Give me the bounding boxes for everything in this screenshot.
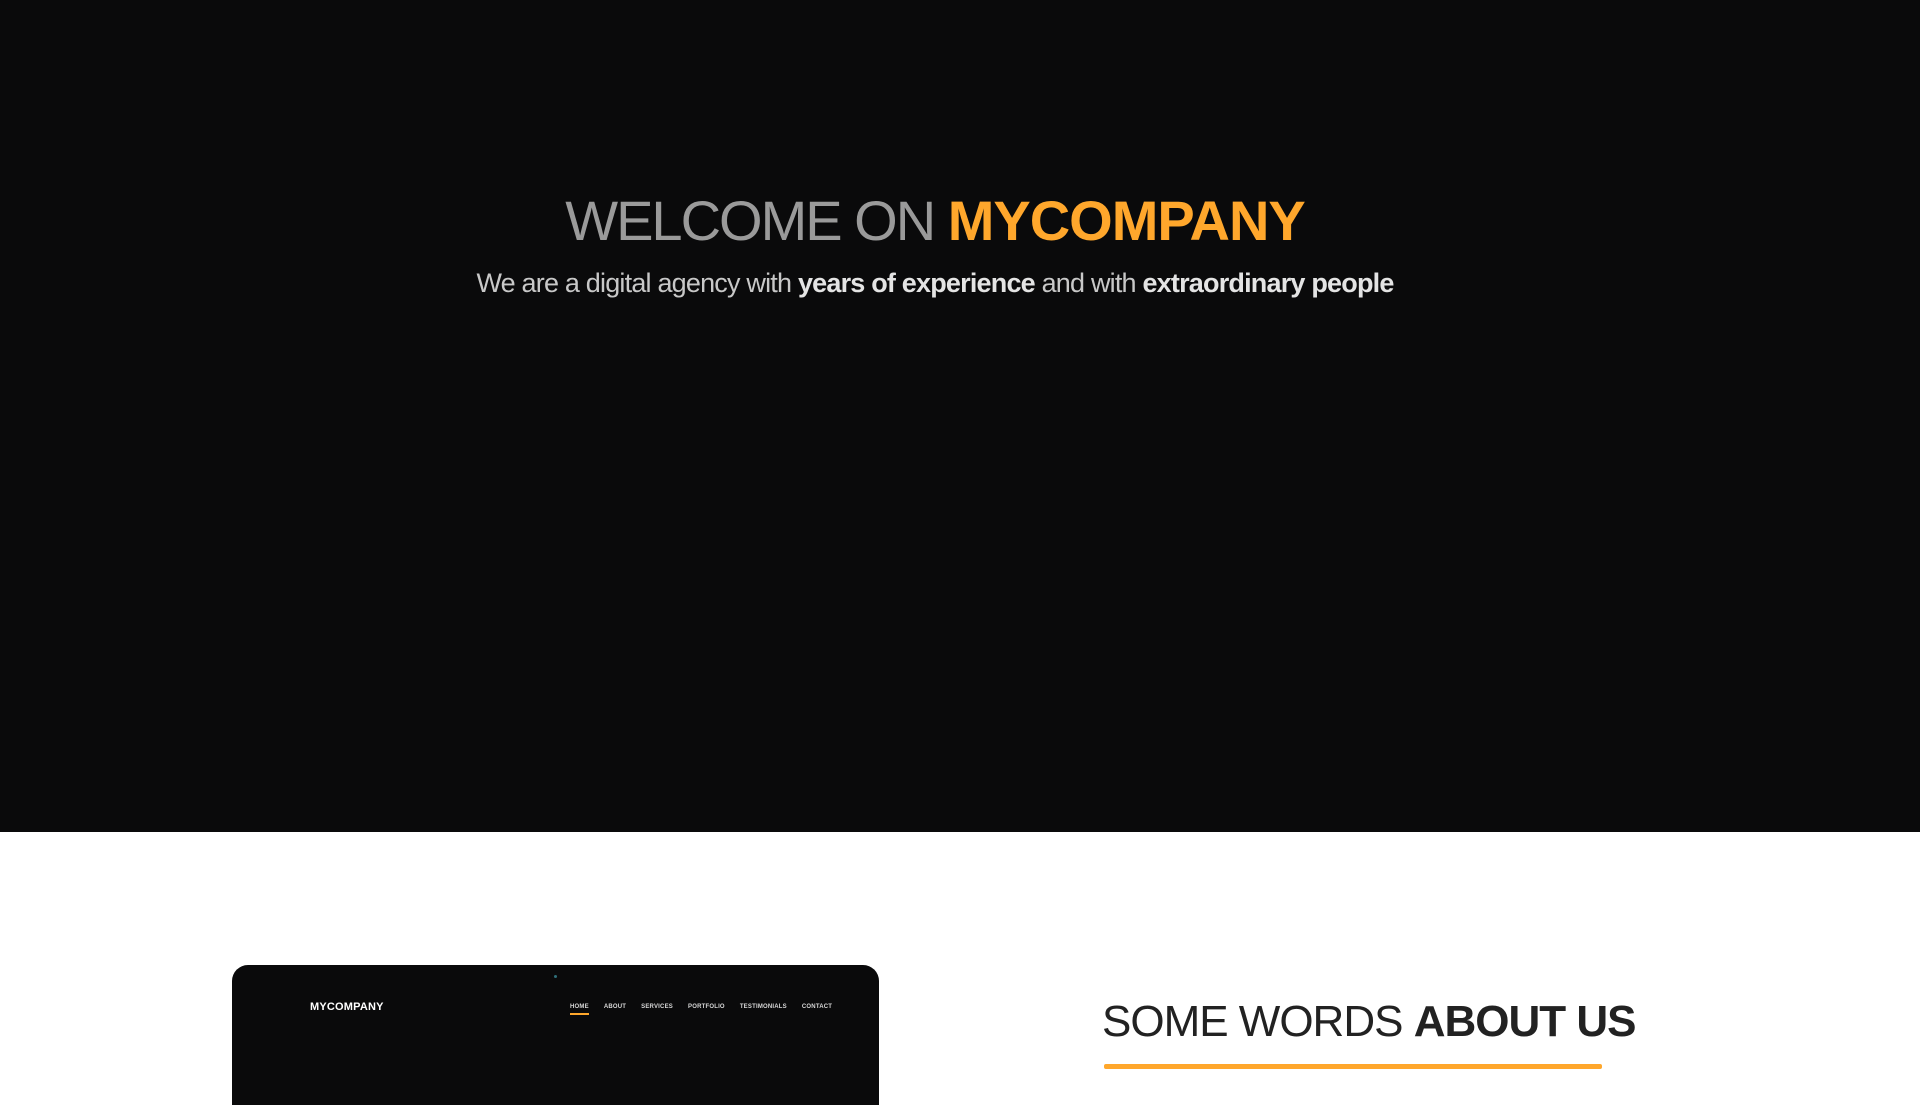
mockup-nav-item-contact: CONTACT [801,1004,833,1010]
about-title-prefix: SOME WORDS [1102,997,1403,1046]
about-section: MYCOMPANY HOME ABOUT SERVICES PORTFOLIO … [0,832,1920,1105]
hero-subtitle-bold1: years of experience [797,268,1036,298]
mockup-nav-item-testimonials: TESTIMONIALS [739,1004,787,1010]
hero-title-brand: MYCOMPANY [947,189,1306,252]
about-title-bold: ABOUT US [1413,997,1637,1046]
hero-content: WELCOME ON MYCOMPANY We are a digital ag… [0,185,1870,303]
mockup-nav-item-home: HOME [570,1004,589,1015]
mockup-brand-logo: MYCOMPANY [310,1001,384,1013]
mockup-nav-item-about: ABOUT [603,1004,627,1010]
hero-subtitle-part1: We are a digital agency with [476,268,792,298]
hero-subtitle: We are a digital agency with years of ex… [0,263,1870,303]
mockup-nav-item-services: SERVICES [641,1004,673,1010]
laptop-mockup-image: MYCOMPANY HOME ABOUT SERVICES PORTFOLIO … [232,965,879,1105]
mockup-nav: HOME ABOUT SERVICES PORTFOLIO TESTIMONIA… [570,1004,847,1015]
camera-dot-icon [554,975,557,978]
hero-subtitle-part2: and with [1041,268,1137,298]
hero-title-prefix: WELCOME ON [565,189,936,252]
about-title: SOME WORDS ABOUT US [1102,994,1637,1050]
mockup-nav-item-portfolio: PORTFOLIO [688,1004,725,1010]
hero-title: WELCOME ON MYCOMPANY [0,185,1870,257]
about-title-underline [1104,1064,1602,1069]
hero-subtitle-bold2: extraordinary people [1142,268,1394,298]
hero-section: WELCOME ON MYCOMPANY We are a digital ag… [0,0,1920,832]
